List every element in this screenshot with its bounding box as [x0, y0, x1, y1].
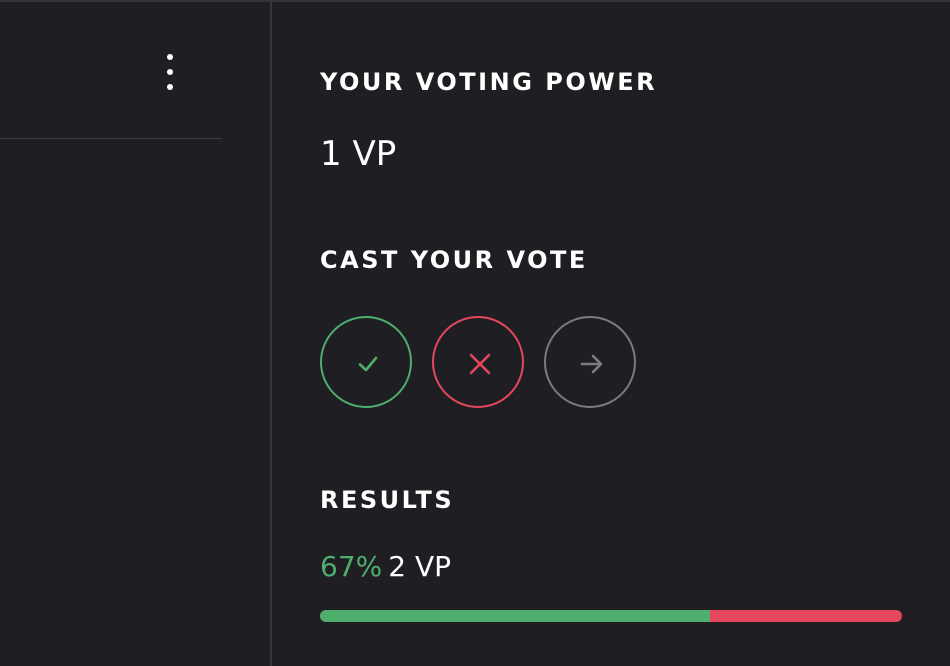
- results-heading: RESULTS: [320, 486, 455, 514]
- app-frame: YOUR VOTING POWER 1 VP CAST YOUR VOTE RE…: [0, 0, 950, 666]
- voting-panel: YOUR VOTING POWER 1 VP CAST YOUR VOTE RE…: [272, 2, 950, 666]
- left-divider: [0, 138, 222, 139]
- vote-abstain-button[interactable]: [544, 316, 636, 408]
- vote-no-button[interactable]: [432, 316, 524, 408]
- x-icon: [469, 353, 491, 375]
- check-icon: [358, 356, 378, 372]
- vote-yes-button[interactable]: [320, 316, 412, 408]
- arrow-right-icon: [580, 354, 603, 374]
- voting-power-value: 1 VP: [320, 134, 397, 174]
- results-percent: 67%: [320, 550, 383, 583]
- kebab-menu-icon[interactable]: [158, 54, 182, 90]
- cast-vote-heading: CAST YOUR VOTE: [320, 246, 588, 274]
- voting-power-heading: YOUR VOTING POWER: [320, 68, 658, 96]
- kebab-dot: [167, 69, 173, 75]
- results-summary: 67% 2 VP: [320, 550, 451, 583]
- results-bar: [320, 610, 902, 622]
- left-panel: [0, 2, 270, 666]
- kebab-dot: [167, 54, 173, 60]
- results-vp: 2 VP: [388, 550, 451, 583]
- kebab-dot: [167, 84, 173, 90]
- results-bar-yes-fill: [320, 610, 710, 622]
